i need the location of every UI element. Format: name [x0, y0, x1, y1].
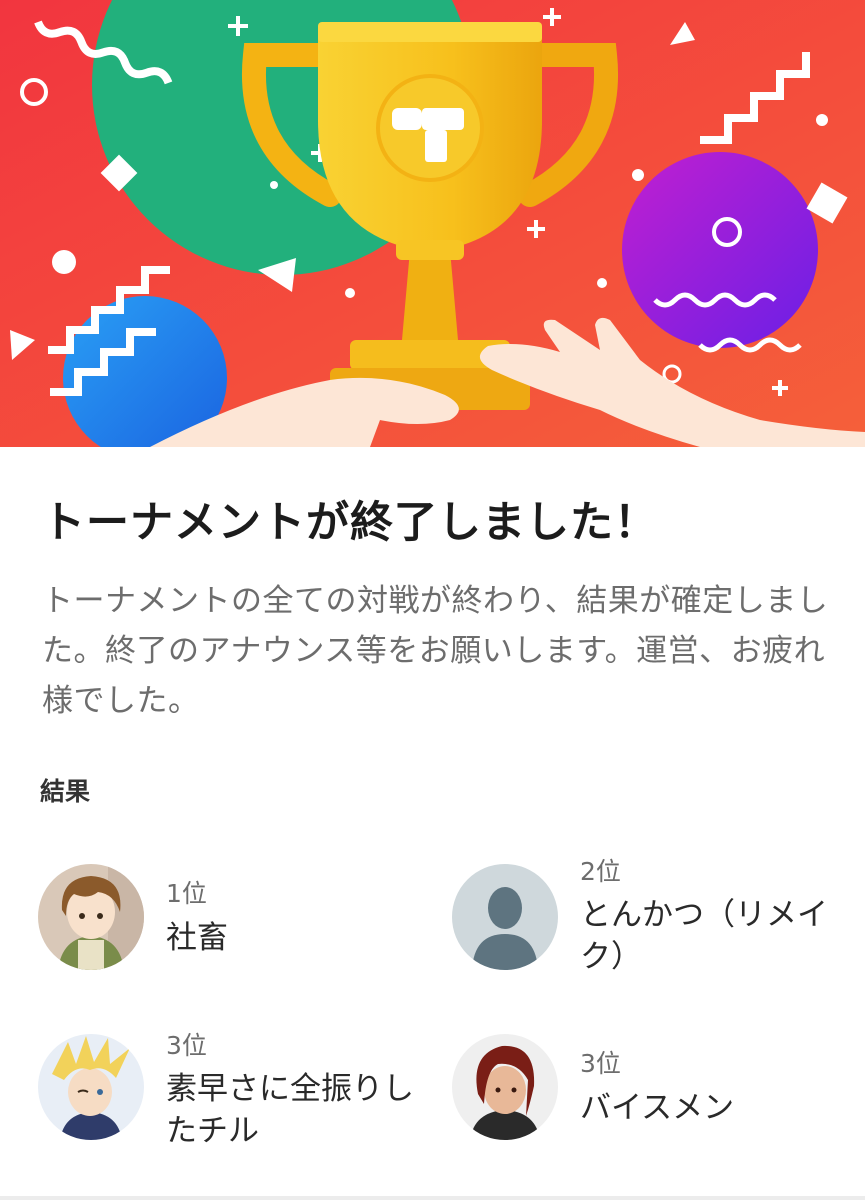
player-name: 社畜	[166, 920, 228, 956]
result-entry-3[interactable]: 3位 素早さに全振りしたチル	[38, 1031, 438, 1174]
result-description: トーナメントの全ての対戦が終わり、結果が確定しました。終了のアナウンス等をお願い…	[42, 583, 829, 719]
player-name: バイスメン	[580, 1090, 735, 1126]
result-entry-2[interactable]: 2位 とんかつ（リメイク）	[452, 857, 852, 1004]
rank-label: 3位	[166, 1031, 207, 1060]
anime-girl-avatar	[38, 864, 144, 970]
rank-label: 2位	[580, 857, 621, 886]
page-title: トーナメントが終了しました！	[42, 498, 658, 548]
results-heading: 結果	[40, 777, 91, 806]
trophy-banner	[0, 0, 865, 447]
player-name: 素早さに全振りしたチル	[166, 1071, 414, 1149]
player-name: とんかつ（リメイク）	[580, 897, 828, 975]
trophy-illustration	[0, 0, 865, 447]
result-entry-4[interactable]: 3位 バイスメン	[452, 1034, 852, 1174]
bottom-divider	[0, 1196, 865, 1200]
tournament-result-card: トーナメントが終了しました！ トーナメントの全ての対戦が終わり、結果が確定しまし…	[0, 0, 865, 1200]
red-hair-character-avatar	[452, 1034, 558, 1140]
blond-character-avatar	[38, 1034, 144, 1140]
default-user-avatar	[452, 864, 558, 970]
rank-label: 1位	[166, 879, 207, 908]
result-entry-1[interactable]: 1位 社畜	[38, 864, 438, 1004]
rank-label: 3位	[580, 1049, 621, 1078]
